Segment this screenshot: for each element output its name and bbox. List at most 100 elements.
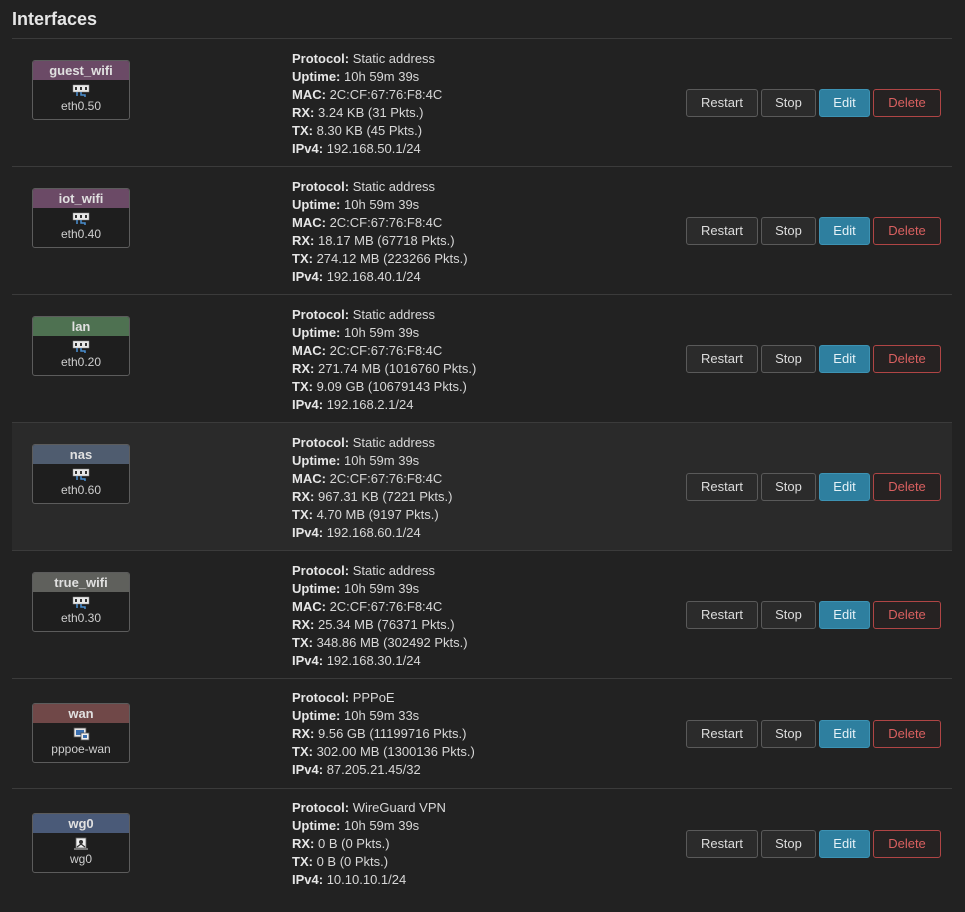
ipv4-value: 10.10.10.1/24 (326, 872, 407, 887)
protocol-label: Protocol: (292, 307, 350, 322)
interface-status: Protocol: Static address Uptime: 10h 59m… (292, 50, 442, 158)
rx-value: 967.31 KB (7221 Pkts.) (318, 489, 453, 504)
stop-button[interactable]: Stop (761, 720, 816, 748)
stop-button[interactable]: Stop (761, 830, 816, 858)
rx-label: RX: (292, 726, 315, 741)
interface-badge[interactable]: lan eth0.20 (32, 316, 130, 376)
tx-label: TX: (292, 635, 313, 650)
restart-button[interactable]: Restart (686, 89, 758, 117)
interface-status: Protocol: Static address Uptime: 10h 59m… (292, 306, 476, 414)
tx-value: 4.70 MB (9197 Pkts.) (316, 507, 439, 522)
stop-button[interactable]: Stop (761, 601, 816, 629)
delete-button[interactable]: Delete (873, 720, 941, 748)
uptime-label: Uptime: (292, 818, 341, 833)
ipv4-label: IPv4: (292, 872, 324, 887)
interface-name: guest_wifi (33, 61, 129, 80)
delete-button[interactable]: Delete (873, 89, 941, 117)
restart-button[interactable]: Restart (686, 830, 758, 858)
mac-value: 2C:CF:67:76:F8:4C (329, 215, 443, 230)
ethernet-switch-icon (72, 468, 90, 481)
mac-label: MAC: (292, 343, 326, 358)
rx-value: 25.34 MB (76371 Pkts.) (318, 617, 455, 632)
interface-device: wg0 (69, 852, 92, 866)
restart-button[interactable]: Restart (686, 473, 758, 501)
tx-value: 274.12 MB (223266 Pkts.) (316, 251, 468, 266)
stop-button[interactable]: Stop (761, 473, 816, 501)
rx-label: RX: (292, 105, 315, 120)
ipv4-value: 87.205.21.45/32 (326, 762, 421, 777)
ethernet-switch-icon (72, 340, 90, 353)
restart-button[interactable]: Restart (686, 720, 758, 748)
rx-value: 271.74 MB (1016760 Pkts.) (318, 361, 477, 376)
interface-badge[interactable]: guest_wifi eth0.50 (32, 60, 130, 120)
edit-button[interactable]: Edit (819, 345, 870, 373)
delete-button[interactable]: Delete (873, 601, 941, 629)
page-title: Interfaces (12, 9, 98, 29)
ipv4-value: 192.168.50.1/24 (326, 141, 421, 156)
protocol-label: Protocol: (292, 690, 350, 705)
protocol-value: WireGuard VPN (352, 800, 446, 815)
mac-value: 2C:CF:67:76:F8:4C (329, 471, 443, 486)
interface-row-wan: wan pppoe-wan Protocol: PPPoE Uptime: 10… (12, 679, 952, 789)
interface-status: Protocol: PPPoE Uptime: 10h 59m 33s RX: … (292, 689, 475, 779)
interface-name: lan (33, 317, 129, 336)
stop-button[interactable]: Stop (761, 217, 816, 245)
delete-button[interactable]: Delete (873, 217, 941, 245)
tx-value: 8.30 KB (45 Pkts.) (316, 123, 423, 138)
edit-button[interactable]: Edit (819, 89, 870, 117)
interface-badge[interactable]: wan pppoe-wan (32, 703, 130, 763)
protocol-label: Protocol: (292, 435, 350, 450)
delete-button[interactable]: Delete (873, 830, 941, 858)
interface-device: eth0.20 (60, 355, 102, 369)
ethernet-switch-icon (72, 212, 90, 225)
edit-button[interactable]: Edit (819, 720, 870, 748)
protocol-value: Static address (352, 307, 436, 322)
interface-row-nas: nas eth0.60 Protocol: Static address Upt… (12, 423, 952, 551)
protocol-label: Protocol: (292, 800, 350, 815)
ipv4-label: IPv4: (292, 269, 324, 284)
rx-label: RX: (292, 836, 315, 851)
interface-name: wg0 (33, 814, 129, 833)
mac-label: MAC: (292, 471, 326, 486)
tx-label: TX: (292, 123, 313, 138)
rx-value: 18.17 MB (67718 Pkts.) (318, 233, 455, 248)
restart-button[interactable]: Restart (686, 601, 758, 629)
interface-status: Protocol: Static address Uptime: 10h 59m… (292, 562, 468, 670)
interfaces-table: guest_wifi eth0.50 Protocol: Static addr… (12, 38, 952, 899)
interface-status: Protocol: Static address Uptime: 10h 59m… (292, 178, 468, 286)
tx-label: TX: (292, 854, 313, 869)
delete-button[interactable]: Delete (873, 345, 941, 373)
interface-device: eth0.50 (60, 99, 102, 113)
edit-button[interactable]: Edit (819, 601, 870, 629)
ipv4-value: 192.168.40.1/24 (326, 269, 421, 284)
uptime-value: 10h 59m 39s (344, 818, 420, 833)
delete-button[interactable]: Delete (873, 473, 941, 501)
interface-badge[interactable]: wg0 wg0 (32, 813, 130, 873)
interface-badge[interactable]: iot_wifi eth0.40 (32, 188, 130, 248)
interface-badge[interactable]: nas eth0.60 (32, 444, 130, 504)
ipv4-value: 192.168.30.1/24 (326, 653, 421, 668)
ipv4-value: 192.168.60.1/24 (326, 525, 421, 540)
interface-status: Protocol: WireGuard VPN Uptime: 10h 59m … (292, 799, 446, 889)
edit-button[interactable]: Edit (819, 217, 870, 245)
protocol-label: Protocol: (292, 51, 350, 66)
tx-value: 9.09 GB (10679143 Pkts.) (316, 379, 467, 394)
restart-button[interactable]: Restart (686, 217, 758, 245)
restart-button[interactable]: Restart (686, 345, 758, 373)
tx-label: TX: (292, 507, 313, 522)
stop-button[interactable]: Stop (761, 345, 816, 373)
interface-badge[interactable]: true_wifi eth0.30 (32, 572, 130, 632)
protocol-value: Static address (352, 563, 436, 578)
rx-label: RX: (292, 361, 315, 376)
uptime-value: 10h 59m 39s (344, 581, 420, 596)
edit-button[interactable]: Edit (819, 830, 870, 858)
interface-name: wan (33, 704, 129, 723)
stop-button[interactable]: Stop (761, 89, 816, 117)
edit-button[interactable]: Edit (819, 473, 870, 501)
ethernet-switch-icon (72, 596, 90, 609)
interface-row-guest-wifi: guest_wifi eth0.50 Protocol: Static addr… (12, 39, 952, 167)
interface-row-lan: lan eth0.20 Protocol: Static address Upt… (12, 295, 952, 423)
rx-label: RX: (292, 489, 315, 504)
mac-label: MAC: (292, 215, 326, 230)
ipv4-value: 192.168.2.1/24 (326, 397, 414, 412)
